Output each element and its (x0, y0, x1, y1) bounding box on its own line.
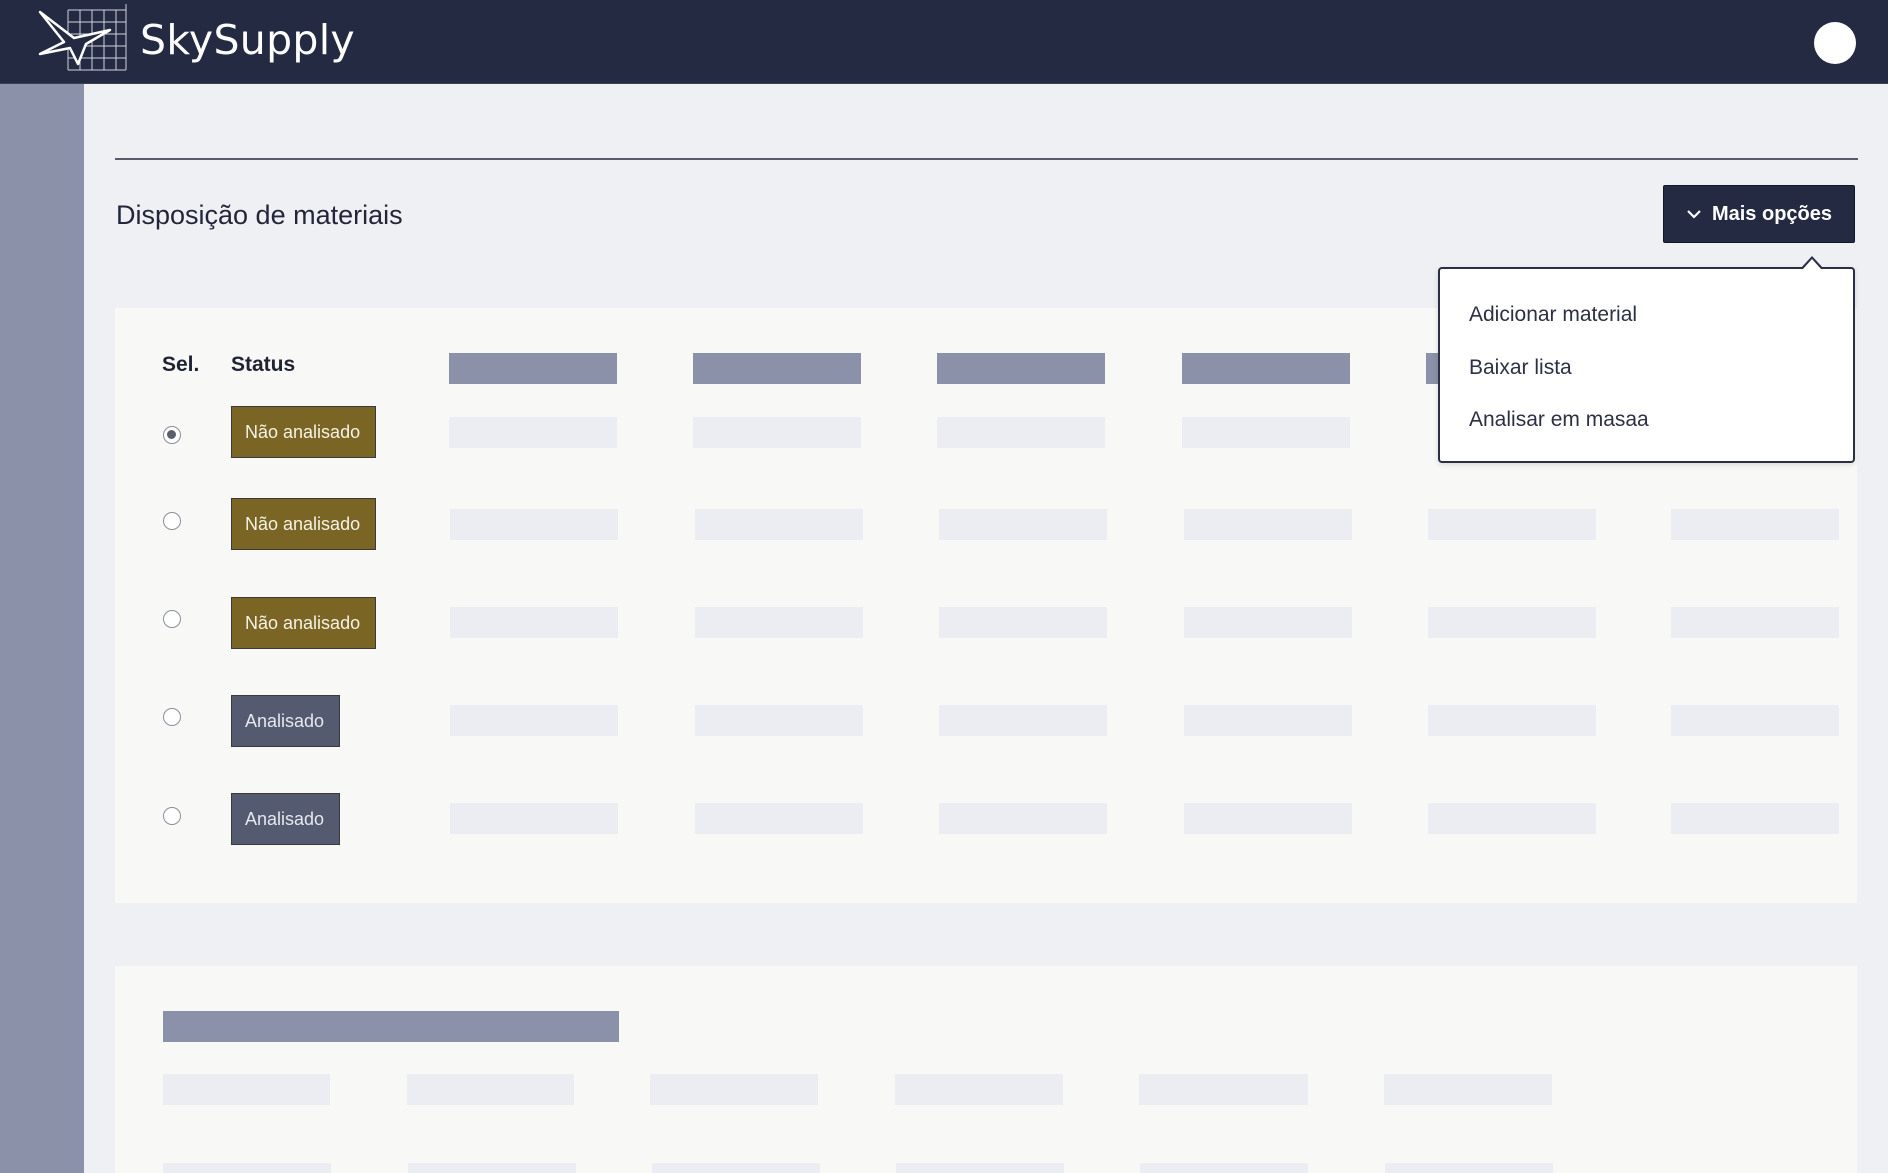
cell-placeholder (1139, 1074, 1308, 1105)
cell-placeholder (1428, 803, 1596, 834)
menu-item-bulk-analyze[interactable]: Analisar em masaa (1469, 408, 1649, 432)
status-badge: Analisado (231, 793, 340, 845)
cell-placeholder (695, 509, 863, 540)
cell-placeholder (937, 417, 1105, 448)
cell-placeholder (939, 803, 1107, 834)
cell-placeholder (939, 607, 1107, 638)
cell-placeholder (1184, 509, 1352, 540)
cell-placeholder (449, 417, 617, 448)
cell-placeholder (1384, 1074, 1552, 1105)
column-header-status: Status (231, 353, 296, 376)
top-bar: SkySupply (0, 0, 1888, 84)
cell-placeholder (1184, 803, 1352, 834)
dropdown-caret-fill (1803, 259, 1821, 269)
more-options-menu: Adicionar material Baixar lista Analisar… (1438, 267, 1855, 463)
cell-placeholder (1671, 705, 1839, 736)
cell-placeholder (895, 1074, 1063, 1105)
cell-placeholder (939, 509, 1107, 540)
cell-placeholder (1671, 607, 1839, 638)
cell-placeholder (939, 705, 1107, 736)
section-heading-placeholder (163, 1011, 619, 1042)
row-select-radio[interactable] (163, 512, 181, 530)
cell-placeholder (1428, 509, 1596, 540)
user-avatar[interactable] (1814, 22, 1856, 64)
cell-placeholder (695, 607, 863, 638)
cell-placeholder (163, 1163, 331, 1173)
row-select-radio[interactable] (163, 708, 181, 726)
cell-placeholder (1182, 417, 1350, 448)
header-divider (115, 158, 1858, 160)
more-options-label: Mais opções (1711, 202, 1833, 225)
cell-placeholder (450, 509, 618, 540)
status-badge: Não analisado (231, 406, 376, 458)
column-header-placeholder (937, 353, 1105, 384)
cell-placeholder (450, 607, 618, 638)
cell-placeholder (1428, 607, 1596, 638)
cell-placeholder (407, 1074, 574, 1105)
row-select-radio[interactable] (163, 426, 181, 444)
row-select-radio[interactable] (163, 610, 181, 628)
brand-name: SkySupply (140, 16, 355, 64)
cell-placeholder (450, 705, 618, 736)
cell-placeholder (408, 1163, 576, 1173)
more-options-button[interactable]: Mais opções (1663, 185, 1855, 243)
cell-placeholder (693, 417, 861, 448)
column-header-select: Sel. (162, 353, 200, 376)
menu-item-add-material[interactable]: Adicionar material (1469, 303, 1637, 327)
column-header-placeholder (693, 353, 861, 384)
cell-placeholder (1428, 705, 1596, 736)
bird-grid-logo-icon[interactable] (38, 4, 128, 72)
cell-placeholder (695, 803, 863, 834)
cell-placeholder (1671, 509, 1839, 540)
cell-placeholder (1184, 607, 1352, 638)
cell-placeholder (1385, 1163, 1553, 1173)
menu-item-download-list[interactable]: Baixar lista (1469, 356, 1572, 380)
column-header-placeholder (1182, 353, 1350, 384)
chevron-down-icon (1687, 210, 1701, 219)
status-badge: Analisado (231, 695, 340, 747)
row-select-radio[interactable] (163, 807, 181, 825)
cell-placeholder (652, 1163, 820, 1173)
status-badge: Não analisado (231, 597, 376, 649)
cell-placeholder (450, 803, 618, 834)
column-header-placeholder (449, 353, 617, 384)
sidebar (0, 84, 84, 1173)
cell-placeholder (1184, 705, 1352, 736)
cell-placeholder (896, 1163, 1064, 1173)
cell-placeholder (163, 1074, 330, 1105)
status-badge: Não analisado (231, 498, 376, 550)
cell-placeholder (1671, 803, 1839, 834)
page-title: Disposição de materiais (116, 200, 403, 230)
secondary-card (115, 966, 1857, 1173)
cell-placeholder (1140, 1163, 1308, 1173)
cell-placeholder (695, 705, 863, 736)
cell-placeholder (650, 1074, 818, 1105)
